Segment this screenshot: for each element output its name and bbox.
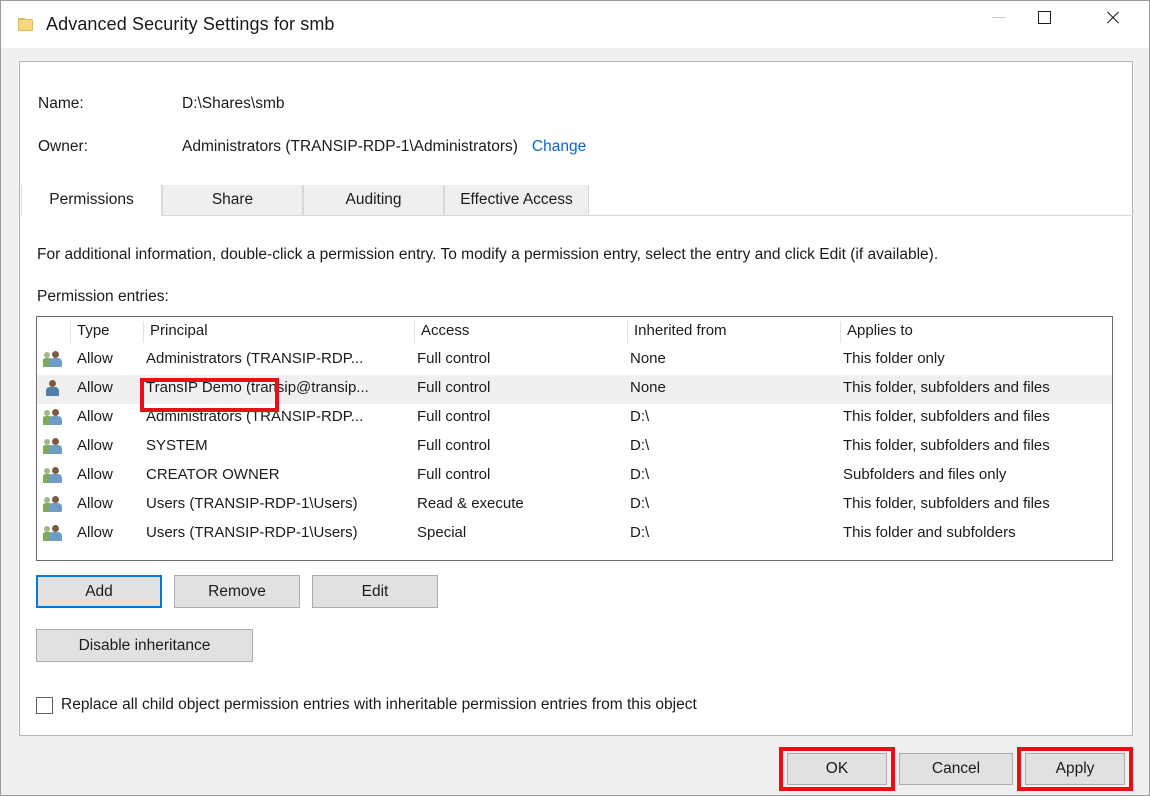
owner-label: Owner: (38, 138, 88, 155)
cell-access: Special (417, 524, 467, 541)
apply-button[interactable]: Apply (1025, 753, 1125, 785)
name-label: Name: (38, 95, 84, 112)
remove-button[interactable]: Remove (174, 575, 300, 608)
cell-type: Allow (77, 466, 113, 483)
table-row[interactable]: Allow CREATOR OWNER Full control D:\ Sub… (37, 462, 1112, 491)
cell-inherited: D:\ (630, 408, 650, 425)
name-value: D:\Shares\smb (182, 95, 285, 112)
cancel-button[interactable]: Cancel (899, 753, 1013, 785)
cell-applies: This folder, subfolders and files (843, 437, 1050, 454)
tab-permissions[interactable]: Permissions (21, 185, 162, 216)
folder-icon (18, 17, 34, 32)
cell-type: Allow (77, 350, 113, 367)
owner-value: Administrators (TRANSIP-RDP-1\Administra… (182, 138, 518, 155)
cell-principal: CREATOR OWNER (146, 466, 280, 483)
tab-auditing[interactable]: Auditing (303, 185, 444, 216)
table-row[interactable]: Allow SYSTEM Full control D:\ This folde… (37, 433, 1112, 462)
replace-child-permissions-checkbox[interactable] (36, 696, 53, 714)
cell-inherited: None (630, 379, 666, 396)
tab-share[interactable]: Share (162, 185, 303, 216)
tab-effective-access[interactable]: Effective Access (444, 185, 589, 216)
table-row[interactable]: Allow Administrators (TRANSIP-RDP... Ful… (37, 404, 1112, 433)
cell-inherited: D:\ (630, 495, 650, 512)
cell-inherited: D:\ (630, 437, 650, 454)
permission-entries-label: Permission entries: (37, 288, 169, 305)
cell-access: Full control (417, 379, 491, 396)
advanced-security-settings-dialog: Advanced Security Settings for smb Name:… (0, 0, 1150, 796)
cell-inherited: None (630, 350, 666, 367)
add-button[interactable]: Add (36, 575, 162, 608)
column-header-type[interactable]: Type (77, 322, 110, 339)
cell-principal: Administrators (TRANSIP-RDP... (146, 408, 364, 425)
cell-access: Full control (417, 350, 491, 367)
window-title: Advanced Security Settings for smb (46, 14, 335, 34)
cell-type: Allow (77, 495, 113, 512)
cell-principal: TransIP Demo (transip@transip... (146, 379, 369, 396)
cell-type: Allow (77, 437, 113, 454)
minimize-icon[interactable] (975, 1, 1021, 33)
group-icon (43, 524, 63, 542)
table-row[interactable]: Allow Users (TRANSIP-RDP-1\Users) Specia… (37, 520, 1112, 549)
group-icon (43, 350, 63, 368)
cell-principal: Administrators (TRANSIP-RDP... (146, 350, 364, 367)
cell-access: Full control (417, 466, 491, 483)
cell-inherited: D:\ (630, 466, 650, 483)
group-icon (43, 466, 63, 484)
group-icon (43, 495, 63, 513)
owner-row: Owner: Administrators (TRANSIP-RDP-1\Admi… (38, 138, 586, 156)
change-owner-link[interactable]: Change (532, 138, 586, 155)
column-header-applies[interactable]: Applies to (847, 322, 913, 339)
cell-applies: Subfolders and files only (843, 466, 1007, 483)
maximize-icon[interactable] (1021, 1, 1067, 33)
disable-inheritance-button[interactable]: Disable inheritance (36, 629, 253, 662)
table-row[interactable]: Allow Users (TRANSIP-RDP-1\Users) Read &… (37, 491, 1112, 520)
tab-bar: Permissions Share Auditing Effective Acc… (21, 185, 1133, 216)
list-header-row: Type Principal Access Inherited from App… (37, 317, 1112, 346)
column-header-access[interactable]: Access (421, 322, 469, 339)
cell-applies: This folder only (843, 350, 945, 367)
column-header-principal[interactable]: Principal (150, 322, 208, 339)
group-icon (43, 437, 63, 455)
permission-entries-list[interactable]: Type Principal Access Inherited from App… (36, 316, 1113, 561)
cell-type: Allow (77, 379, 113, 396)
replace-child-permissions-label: Replace all child object permission entr… (61, 696, 697, 713)
cell-type: Allow (77, 408, 113, 425)
dialog-content-panel: Name: D:\Shares\smb Owner: Administrators … (19, 61, 1133, 736)
instruction-text: For additional information, double-click… (37, 246, 939, 263)
cell-type: Allow (77, 524, 113, 541)
replace-child-permissions-row[interactable]: Replace all child object permission entr… (36, 696, 697, 714)
cell-applies: This folder, subfolders and files (843, 495, 1050, 512)
ok-button[interactable]: OK (787, 753, 887, 785)
group-icon (43, 408, 63, 426)
table-row[interactable]: Allow Administrators (TRANSIP-RDP... Ful… (37, 346, 1112, 375)
cell-inherited: D:\ (630, 524, 650, 541)
column-header-inherited[interactable]: Inherited from (634, 322, 727, 339)
name-row: Name: D:\Shares\smb (38, 95, 285, 113)
table-row[interactable]: Allow TransIP Demo (transip@transip... F… (37, 375, 1112, 404)
dialog-footer: OK Cancel Apply (1, 737, 1149, 795)
cell-access: Full control (417, 408, 491, 425)
close-icon[interactable] (1089, 1, 1135, 33)
cell-principal: Users (TRANSIP-RDP-1\Users) (146, 524, 358, 541)
title-bar: Advanced Security Settings for smb (1, 1, 1149, 48)
cell-applies: This folder, subfolders and files (843, 379, 1050, 396)
cell-applies: This folder, subfolders and files (843, 408, 1050, 425)
cell-access: Full control (417, 437, 491, 454)
edit-button[interactable]: Edit (312, 575, 438, 608)
cell-principal: SYSTEM (146, 437, 208, 454)
cell-principal: Users (TRANSIP-RDP-1\Users) (146, 495, 358, 512)
cell-applies: This folder and subfolders (843, 524, 1016, 541)
user-icon (43, 379, 63, 397)
cell-access: Read & execute (417, 495, 524, 512)
